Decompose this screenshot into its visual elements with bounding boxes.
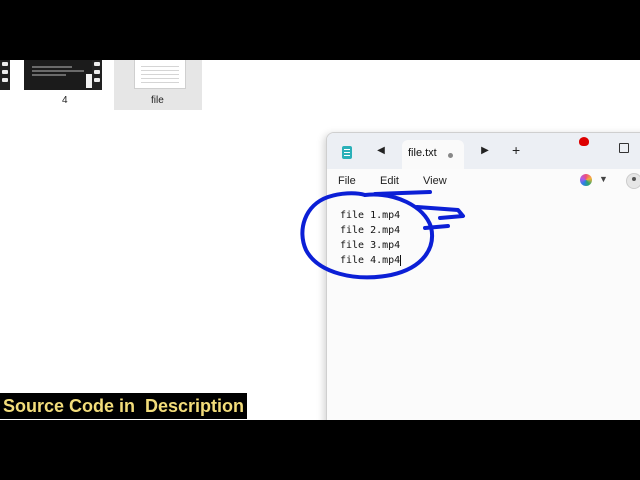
video-thumbnail-icon [24,60,102,90]
new-tab-button[interactable]: + [512,142,520,158]
notepad-window[interactable]: ◀ file.txt ▶ + File Edit View ▼ file 1.m… [326,132,640,420]
filmstrip-left-icon [0,60,10,90]
filmstrip-right-icon [92,60,102,90]
unsaved-dot-icon[interactable] [448,153,453,158]
text-editor[interactable]: file 1.mp4 file 2.mp4 file 3.mp4 file 4.… [340,208,402,268]
text-caret [400,254,402,266]
tab-title: file.txt [408,147,437,159]
menu-file[interactable]: File [338,175,356,187]
caption-text: Source Code in Description [3,396,245,416]
maximize-button[interactable] [619,143,629,153]
explorer-item-label: file [151,95,164,106]
explorer-item-text-file[interactable]: file [114,60,202,110]
ladybug-icon [579,137,589,146]
menu-view[interactable]: View [423,175,447,187]
desktop-area: 4 file ◀ file.txt ▶ + File Edit View ▼ f… [0,60,640,420]
copilot-icon[interactable] [580,174,592,186]
notepad-icon [342,146,352,159]
caption-banner: Source Code in Description [0,393,248,419]
chevron-down-icon[interactable]: ▼ [599,174,608,184]
menu-edit[interactable]: Edit [380,175,399,187]
chevron-right-icon[interactable]: ▶ [477,143,493,159]
explorer-item-video[interactable]: 4 [0,60,130,110]
letterbox-bottom [0,420,640,480]
menu-bar: File Edit View ▼ [327,169,640,193]
text-file-icon [134,60,186,89]
account-icon[interactable] [626,173,640,189]
chevron-left-icon[interactable]: ◀ [373,143,389,159]
editor-line: file 1.mp4 [340,210,401,221]
letterbox-top [0,0,640,60]
tab-file-txt[interactable]: file.txt [402,140,464,169]
editor-line: file 3.mp4 [340,240,401,251]
title-bar[interactable]: ◀ file.txt ▶ + [327,133,640,169]
explorer-item-label: 4 [62,95,68,106]
editor-line: file 2.mp4 [340,225,401,236]
editor-line: file 4.mp4 [340,255,401,266]
